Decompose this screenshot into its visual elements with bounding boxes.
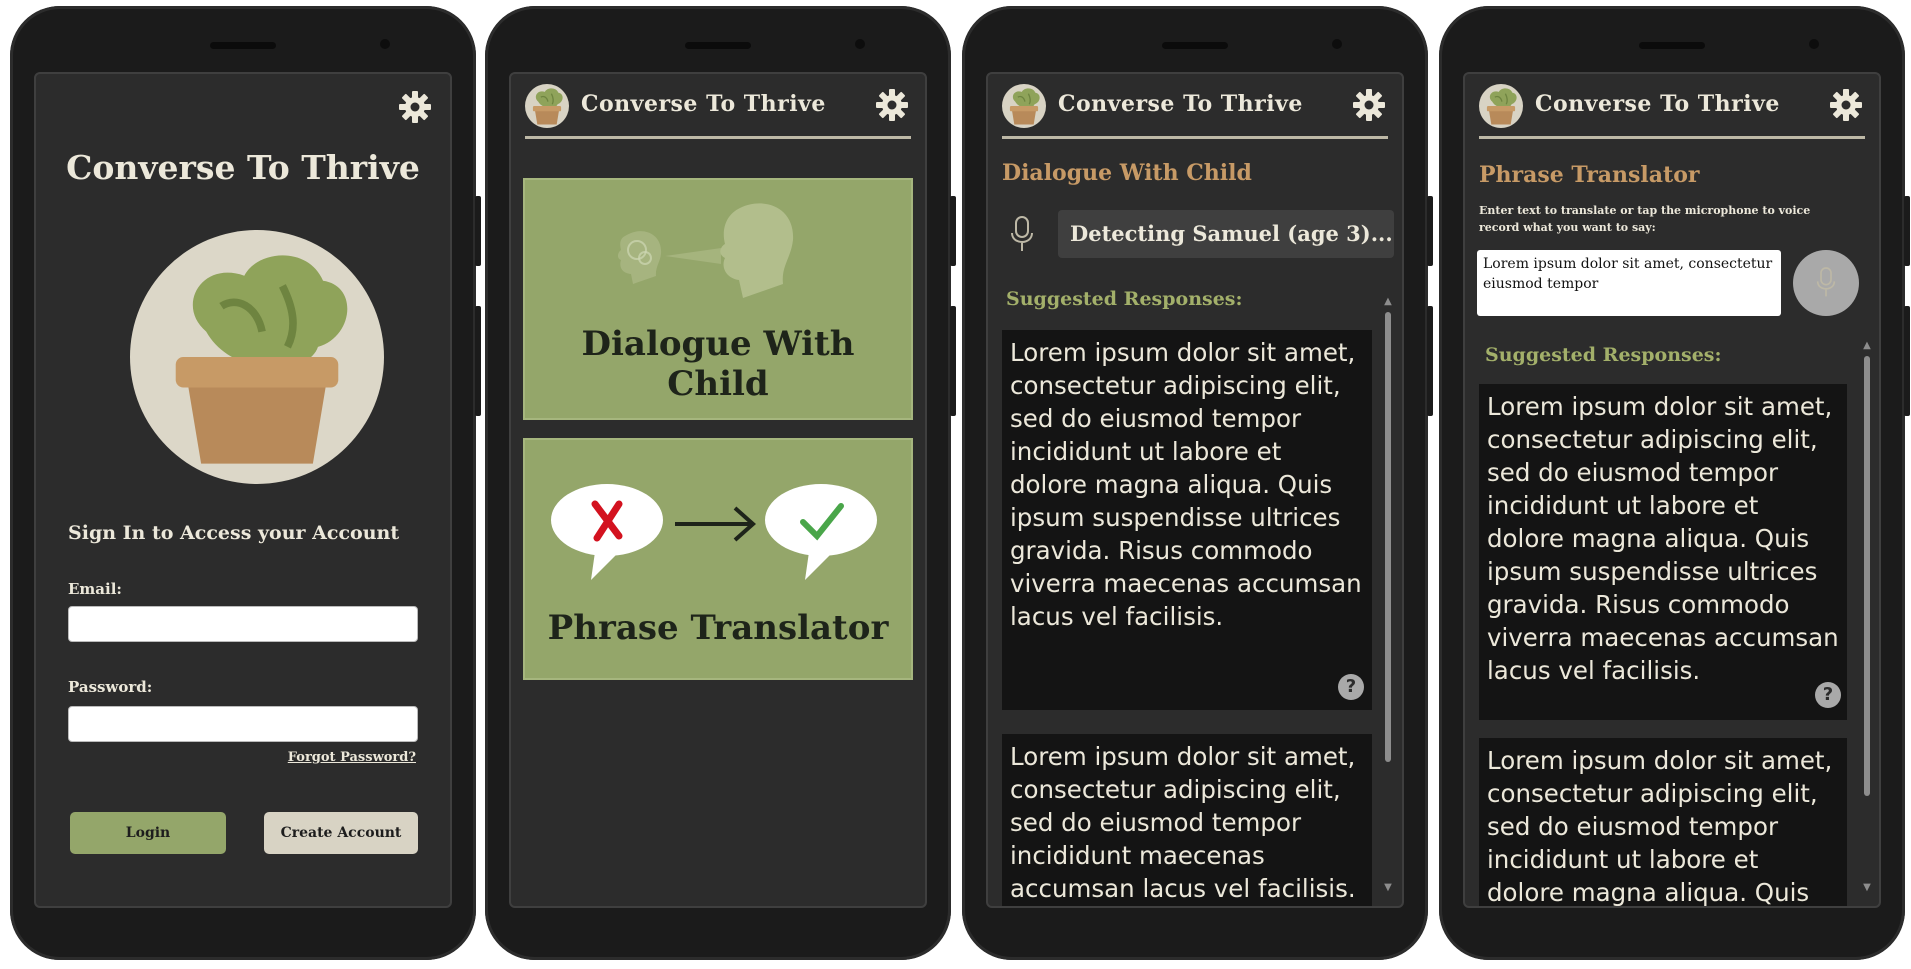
app-title: Converse To Thrive — [581, 91, 826, 117]
email-field[interactable] — [68, 606, 418, 642]
plant-logo-icon — [525, 84, 569, 128]
gear-icon[interactable] — [1352, 88, 1386, 122]
sign-in-subtitle: Sign In to Access your Account — [68, 522, 400, 544]
phone-dialogue: Converse To Thrive Dialogue With Child D… — [962, 6, 1433, 960]
phrase-input[interactable]: Lorem ipsum dolor sit amet, consectetur … — [1477, 250, 1781, 316]
home-screen: Converse To Thrive Dialogue With Child P… — [509, 72, 927, 908]
front-camera — [1809, 39, 1819, 49]
detecting-status: Detecting Samuel (age 3)... — [1058, 210, 1394, 258]
speaker-grille — [210, 42, 276, 49]
dialogue-screen: Converse To Thrive Dialogue With Child D… — [986, 72, 1404, 908]
speech-bubbles-wrong-to-right-icon — [551, 484, 877, 580]
create-account-button[interactable]: Create Account — [264, 812, 418, 854]
app-title: Converse To Thrive — [1058, 91, 1303, 117]
app-title: Converse To Thrive — [66, 148, 420, 187]
translator-screen: Converse To Thrive Phrase Translator Ent… — [1463, 72, 1881, 908]
response-card[interactable]: Lorem ipsum dolor sit amet, consectetur … — [1002, 734, 1372, 906]
front-camera — [1332, 39, 1342, 49]
scroll-up-arrow[interactable]: ▲ — [1382, 296, 1394, 307]
microphone-icon — [1816, 266, 1836, 300]
phrase-translator-label: Phrase Translator — [547, 608, 889, 648]
suggested-responses-title: Suggested Responses: — [1485, 344, 1722, 366]
response-text: Lorem ipsum dolor sit amet, consectetur … — [1487, 392, 1839, 685]
suggested-responses-title: Suggested Responses: — [1006, 288, 1243, 310]
phrase-input-text: Lorem ipsum dolor sit amet, consectetur … — [1483, 256, 1773, 292]
plant-logo-icon — [1002, 84, 1046, 128]
password-field[interactable] — [68, 706, 418, 742]
scroll-up-arrow[interactable]: ▲ — [1861, 340, 1873, 351]
response-text: Lorem ipsum dolor sit amet, consectetur … — [1010, 742, 1356, 903]
password-label: Password: — [68, 678, 153, 696]
microphone-icon[interactable] — [1010, 214, 1034, 256]
response-card[interactable]: Lorem ipsum dolor sit amet, consectetur … — [1002, 330, 1372, 710]
scroll-down-arrow[interactable]: ▼ — [1861, 882, 1873, 893]
email-label: Email: — [68, 580, 122, 598]
front-camera — [380, 39, 390, 49]
plant-logo-icon — [1479, 84, 1523, 128]
speaker-grille — [685, 42, 751, 49]
header-divider — [1002, 136, 1388, 139]
header-divider — [1479, 136, 1865, 139]
speaker-grille — [1162, 42, 1228, 49]
power-button — [475, 306, 481, 416]
phone-home: Converse To Thrive Dialogue With Child P… — [485, 6, 956, 960]
login-button[interactable]: Login — [70, 812, 226, 854]
gear-icon[interactable] — [398, 90, 432, 124]
response-card[interactable]: Lorem ipsum dolor sit amet, consectetur … — [1479, 738, 1847, 907]
response-card[interactable]: Lorem ipsum dolor sit amet, consectetur … — [1479, 384, 1847, 720]
section-title: Dialogue With Child — [1002, 160, 1252, 186]
header-divider — [525, 136, 911, 139]
power-button — [1427, 306, 1433, 416]
response-text: Lorem ipsum dolor sit amet, consectetur … — [1487, 746, 1833, 907]
power-button — [950, 306, 956, 416]
help-icon[interactable]: ? — [1815, 682, 1841, 708]
speaker-grille — [1639, 42, 1705, 49]
plant-logo-icon — [130, 230, 384, 484]
two-heads-talking-icon — [617, 203, 794, 298]
phone-login: Converse To Thrive Sign In to Access you… — [10, 6, 481, 960]
scrollbar-thumb[interactable] — [1385, 312, 1391, 762]
volume-button — [1904, 196, 1910, 266]
app-bar: Converse To Thrive — [1465, 74, 1879, 140]
scrollbar-thumb[interactable] — [1864, 356, 1870, 796]
volume-button — [950, 196, 956, 266]
login-screen: Converse To Thrive Sign In to Access you… — [34, 72, 452, 908]
response-text: Lorem ipsum dolor sit amet, consectetur … — [1010, 338, 1362, 631]
app-bar: Converse To Thrive — [988, 74, 1402, 140]
app-title: Converse To Thrive — [1535, 91, 1780, 117]
volume-button — [1427, 196, 1433, 266]
power-button — [1904, 306, 1910, 416]
dialogue-with-child-card[interactable]: Dialogue With Child — [523, 178, 913, 420]
record-button[interactable] — [1793, 250, 1859, 316]
forgot-password-link[interactable]: Forgot Password? — [288, 750, 416, 765]
front-camera — [855, 39, 865, 49]
dialogue-with-child-label: Dialogue With Child — [581, 324, 855, 404]
gear-icon[interactable] — [1829, 88, 1863, 122]
volume-button — [475, 196, 481, 266]
phrase-translator-card[interactable]: Phrase Translator — [523, 438, 913, 680]
scroll-down-arrow[interactable]: ▼ — [1382, 882, 1394, 893]
phone-translator: Converse To Thrive Phrase Translator Ent… — [1439, 6, 1910, 960]
help-icon[interactable]: ? — [1338, 674, 1364, 700]
section-title: Phrase Translator — [1479, 162, 1700, 188]
app-bar: Converse To Thrive — [511, 74, 925, 140]
translator-instructions: Enter text to translate or tap the micro… — [1479, 204, 1811, 234]
gear-icon[interactable] — [875, 88, 909, 122]
